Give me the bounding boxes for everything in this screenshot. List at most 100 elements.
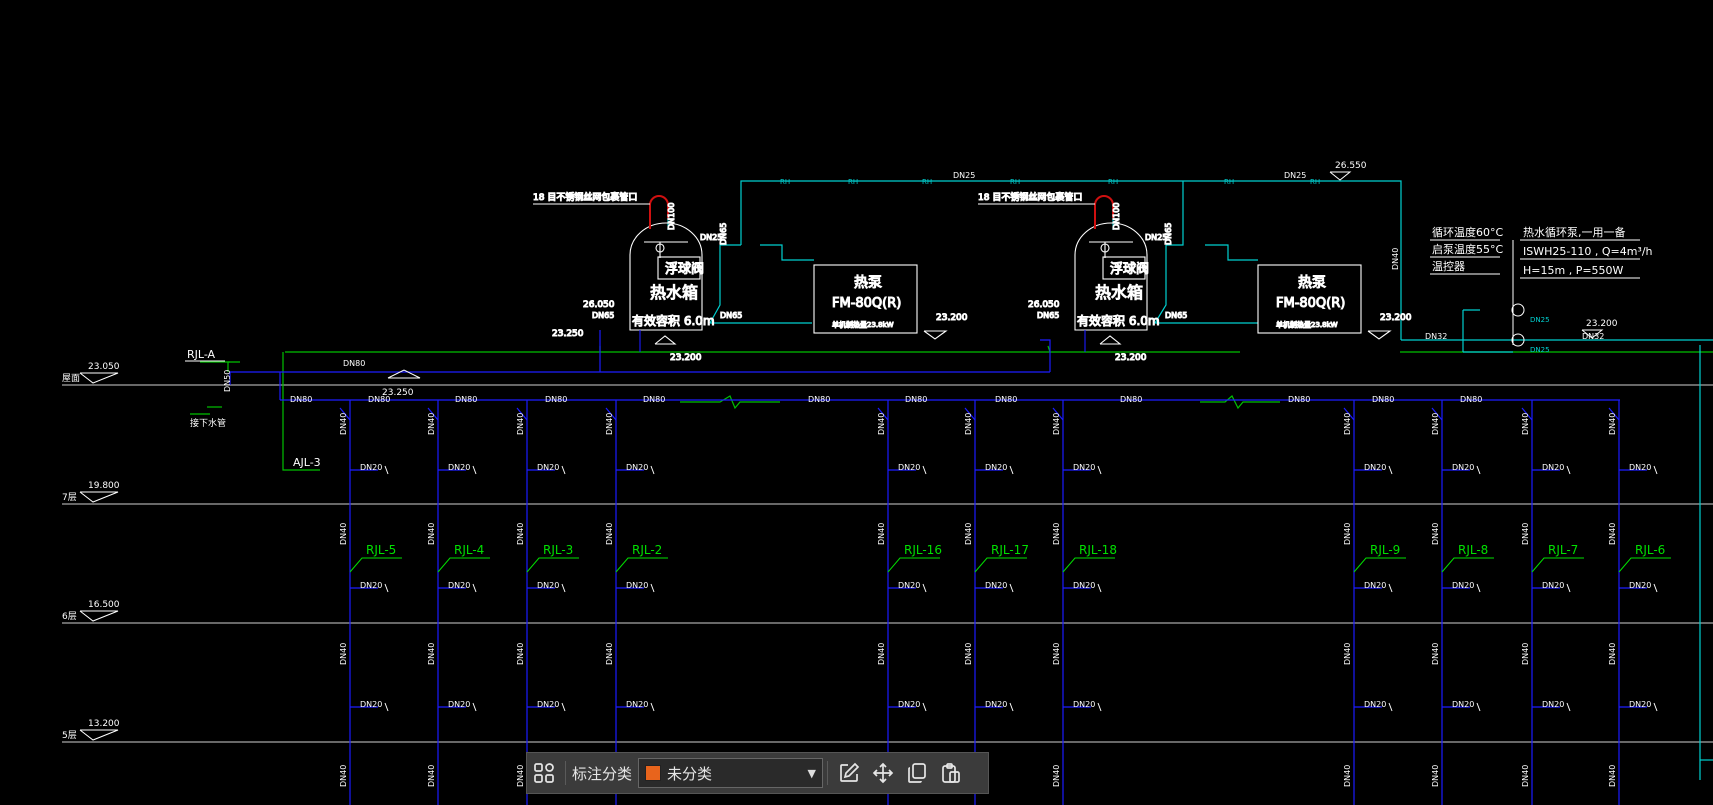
paste-button[interactable] <box>934 756 968 790</box>
riser-pipe-label: DN40 <box>516 765 525 787</box>
hot-water-tank: 浮球阀热水箱有效容积 6.0mDN100DN25DN65DN65 DN6526.0… <box>977 190 1187 363</box>
branch-pipe-label: DN20 <box>1452 463 1474 472</box>
heat-pump: 热泵 FM-80Q(R) 单机制热量23.8kW 23.200 <box>813 264 968 340</box>
branch-symbol <box>1476 583 1481 593</box>
branch-symbol <box>1097 583 1102 593</box>
tank-side-pipe-label: DN65 <box>592 311 614 320</box>
elevation-marker <box>79 491 119 503</box>
pump-riser-label: DN40 <box>1391 248 1400 270</box>
header-pipe-label: DN80 <box>808 395 830 404</box>
riser-rjl-18: DN40 DN40 DN40 DN40 DN20 DN20 DN20 RJL-18 <box>1052 400 1117 805</box>
main-pipe-label: DN50 <box>223 370 232 392</box>
elevation-marker <box>79 610 119 622</box>
branch-symbol <box>384 702 389 712</box>
riser-pipe-label: DN40 <box>877 643 886 665</box>
top-pipe-elevation: 26.550 <box>1335 161 1367 171</box>
branch-symbol <box>1566 465 1571 475</box>
riser-label: RJL-4 <box>454 543 484 557</box>
cad-drawing-canvas[interactable]: 屋面23.0507层19.8006层16.5005层13.200 浮球阀热水箱有… <box>0 0 1713 805</box>
branch-pipe-label: DN20 <box>448 463 470 472</box>
branch-symbol <box>922 583 927 593</box>
riser-label: RJL-9 <box>1370 543 1400 557</box>
edit-button[interactable] <box>832 756 866 790</box>
riser-label-leader <box>1618 557 1671 573</box>
hot-water-tank: 浮球阀热水箱有效容积 6.0mDN100DN25DN65DN65 DN6526.0… <box>532 190 742 363</box>
branch-pipe-label: DN20 <box>1452 700 1474 709</box>
pipe-tag: RH <box>780 178 790 186</box>
toolbar-divider <box>565 761 566 785</box>
riser-label: RJL-16 <box>904 543 942 557</box>
heat-pump: 热泵 FM-80Q(R) 单机制热量23.8kW 23.200 <box>1257 264 1412 340</box>
tank-in-pipe-label: DN65 <box>1164 223 1173 245</box>
header-pipe-label: DN80 <box>643 395 665 404</box>
riser-label: RJL-7 <box>1548 543 1578 557</box>
header-pipe-label: DN80 <box>368 395 390 404</box>
floor-elevation: 23.050 <box>88 362 120 372</box>
riser-rjl-17: DN40DN40DN40DN40DN20DN20DN20RJL-17 <box>964 400 1029 805</box>
riser-pipe-label: DN40 <box>1343 643 1352 665</box>
branch-symbol <box>650 465 655 475</box>
branch-symbol <box>1388 702 1393 712</box>
main-pipe-label: DN80 <box>343 359 365 368</box>
header-pipe-label: DN80 <box>1288 395 1310 404</box>
heat-pump-elevation: 23.200 <box>936 313 968 323</box>
edit-icon <box>840 762 860 782</box>
branch-symbol <box>1388 465 1393 475</box>
tank-name: 热水箱 <box>650 283 698 302</box>
riser-pipe-label: DN40 <box>339 765 348 787</box>
heat-pump-title: 热泵 <box>854 275 882 291</box>
branch-pipe-label: DN20 <box>985 700 1007 709</box>
branch-pipe-label: DN20 <box>1364 700 1386 709</box>
piping-system: 浮球阀热水箱有效容积 6.0mDN100DN25DN65DN65 DN6526.0… <box>190 180 1713 780</box>
riser-pipe-label: DN40 <box>964 643 973 665</box>
riser-pipe-label: DN40 <box>1052 523 1061 545</box>
branch-symbol <box>650 583 655 593</box>
riser-pipe-label: DN40 <box>1521 413 1530 435</box>
riser-label: RJL-6 <box>1635 543 1665 557</box>
elevation-marker <box>923 330 948 340</box>
spec-right-line: ISWH25-110 , Q=4m³/h <box>1523 245 1653 258</box>
riser-label-leader <box>615 557 668 573</box>
branch-pipe-label: DN20 <box>1364 581 1386 590</box>
branch-symbol <box>561 465 566 475</box>
branch-pipe-label: DN20 <box>1542 581 1564 590</box>
grid-button[interactable] <box>527 756 561 790</box>
branch-pipe-label: DN20 <box>898 581 920 590</box>
tank-top-pipe-label: DN100 <box>667 203 676 230</box>
branch-symbol <box>922 702 927 712</box>
riser-pipe-label: DN40 <box>605 643 614 665</box>
category-select[interactable]: 未分类 ▼ <box>638 758 824 788</box>
riser-pipe-label: DN40 <box>1608 413 1617 435</box>
riser-pipe-label: DN40 <box>605 523 614 545</box>
floor-elevation: 19.800 <box>88 481 120 491</box>
riser-pipe-label: DN40 <box>1521 523 1530 545</box>
category-select-value: 未分类 <box>667 764 713 783</box>
heat-pump-elevation: 23.200 <box>1380 313 1412 323</box>
riser-tag: AJL-3 <box>293 456 321 469</box>
riser-label: RJL-5 <box>366 543 396 557</box>
move-icon <box>872 762 894 784</box>
riser-pipe-label: DN40 <box>1608 765 1617 787</box>
riser-label: RJL-18 <box>1079 543 1117 557</box>
branch-pipe-label: DN20 <box>1629 463 1651 472</box>
branch-pipe-label: DN20 <box>985 463 1007 472</box>
heat-pump-model: FM-80Q(R) <box>1276 296 1345 311</box>
branch-symbol <box>650 702 655 712</box>
top-pipe-label: DN25 <box>1284 171 1306 180</box>
elevation-marker <box>79 729 119 741</box>
branch-symbol <box>1009 583 1014 593</box>
riser-pipe-label: DN40 <box>427 643 436 665</box>
riser-pipe-label: DN40 <box>1431 523 1440 545</box>
move-button[interactable] <box>866 756 900 790</box>
riser-pipe-label: DN40 <box>1343 523 1352 545</box>
header-pipe-label: DN80 <box>290 395 312 404</box>
tank-drain-pipe-label: DN65 <box>1165 311 1187 320</box>
floor-elevation: 16.500 <box>88 600 120 610</box>
tank-side-elevation: 26.050 <box>1028 300 1060 310</box>
tank-base-elevation: 23.200 <box>1115 353 1147 363</box>
tank-volume: 有效容积 6.0m <box>1077 313 1160 328</box>
riser-pipe-label: DN40 <box>516 643 525 665</box>
copy-button[interactable] <box>900 756 934 790</box>
branch-symbol <box>1653 465 1658 475</box>
riser-pipe-label: DN40 <box>427 523 436 545</box>
